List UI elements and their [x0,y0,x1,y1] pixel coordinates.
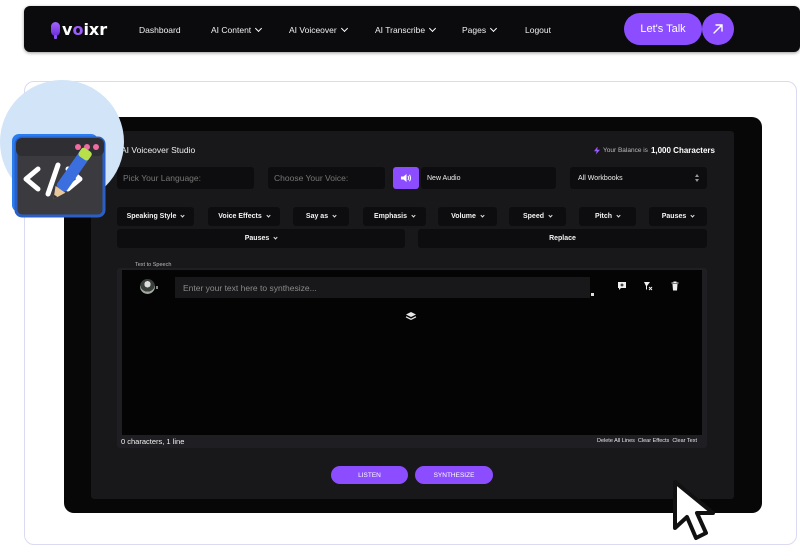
comment-icon[interactable] [617,281,627,291]
speaking-style-dropdown[interactable]: Speaking Style [117,207,194,226]
workbook-value: All Workbooks [578,174,623,182]
chevron-down-icon [340,24,348,33]
voice-select[interactable]: Choose Your Voice: [268,167,385,189]
chevron-down-icon [255,24,263,33]
code-editor-icon [12,134,106,218]
listen-button[interactable]: LISTEN [331,466,408,484]
arrow-up-right-icon[interactable] [702,13,734,45]
chevron-down-icon [332,213,337,218]
replace-button[interactable]: Replace [418,229,707,248]
chevron-down-icon [690,213,695,218]
voice-avatar[interactable] [140,279,155,294]
nav-ai-transcribe[interactable]: AI Transcribe [375,24,437,35]
avatar-indicator [156,286,158,289]
clear-effects-link[interactable]: Clear Effects [638,438,669,444]
clear-text-link[interactable]: Clear Text [672,438,697,444]
mic-logo-icon [51,22,60,39]
chevron-down-icon [548,213,553,218]
voice-effects-dropdown[interactable]: Voice Effects [208,207,280,226]
speaker-button[interactable] [393,167,419,189]
nav-dashboard[interactable]: Dashboard [139,25,181,35]
logo-text-v: v [62,19,73,39]
editor-actions: Delete All Lines Clear Effects Clear Tex… [597,438,697,444]
bolt-icon [594,146,600,155]
clear-effects-icon[interactable] [643,281,653,291]
synthesize-button[interactable]: SYNTHESIZE [415,466,493,484]
mouse-cursor-icon [673,480,715,540]
new-audio-button[interactable]: New Audio [421,167,556,189]
top-navbar: v o ixr Dashboard AI Content AI Voiceover … [24,6,800,52]
chevron-down-icon [616,213,621,218]
speaker-icon [401,174,412,182]
logo[interactable]: v o ixr [51,19,107,39]
text-input[interactable] [175,277,590,298]
character-count: 0 characters, 1 line [121,437,185,446]
nav-pages[interactable]: Pages [462,24,498,35]
delete-all-lines-link[interactable]: Delete All Lines [597,438,635,444]
nav-ai-voiceover[interactable]: AI Voiceover [289,24,348,35]
nav-logout[interactable]: Logout [525,25,551,35]
lets-talk-button[interactable]: Let's Talk [624,13,702,45]
emphasis-dropdown[interactable]: Emphasis [363,207,426,226]
nav-ai-content[interactable]: AI Content [211,24,263,35]
pauses-dropdown[interactable]: Pauses [649,207,707,226]
logo-text-o: o [72,19,84,39]
studio-title: AI Voiceover Studio [121,145,196,155]
pauses-dropdown-2[interactable]: Pauses [117,229,405,248]
chevron-down-icon [411,213,416,218]
volume-dropdown[interactable]: Volume [438,207,497,226]
logo-text-rest: ixr [83,19,108,39]
trash-icon[interactable] [670,281,680,291]
balance-value: 1,000 Characters [650,146,715,155]
balance-prefix: Your Balance is [603,147,648,154]
say-as-dropdown[interactable]: Say as [293,207,349,226]
balance-display: Your Balance is 1,000 Characters [594,146,715,155]
chevron-down-icon [490,24,498,33]
chevron-down-icon [180,213,186,218]
chevron-down-icon [273,235,278,240]
layers-icon[interactable] [405,311,417,321]
chevron-down-icon [480,213,485,218]
language-select[interactable]: Pick Your Language: [117,167,254,189]
pitch-dropdown[interactable]: Pitch [579,207,636,226]
input-handle [591,293,594,296]
workbook-select[interactable]: All Workbooks [570,167,707,189]
speed-dropdown[interactable]: Speed [509,207,566,226]
chevron-down-icon [429,24,437,33]
chevron-down-icon [266,213,271,218]
select-arrows-icon [695,174,699,182]
